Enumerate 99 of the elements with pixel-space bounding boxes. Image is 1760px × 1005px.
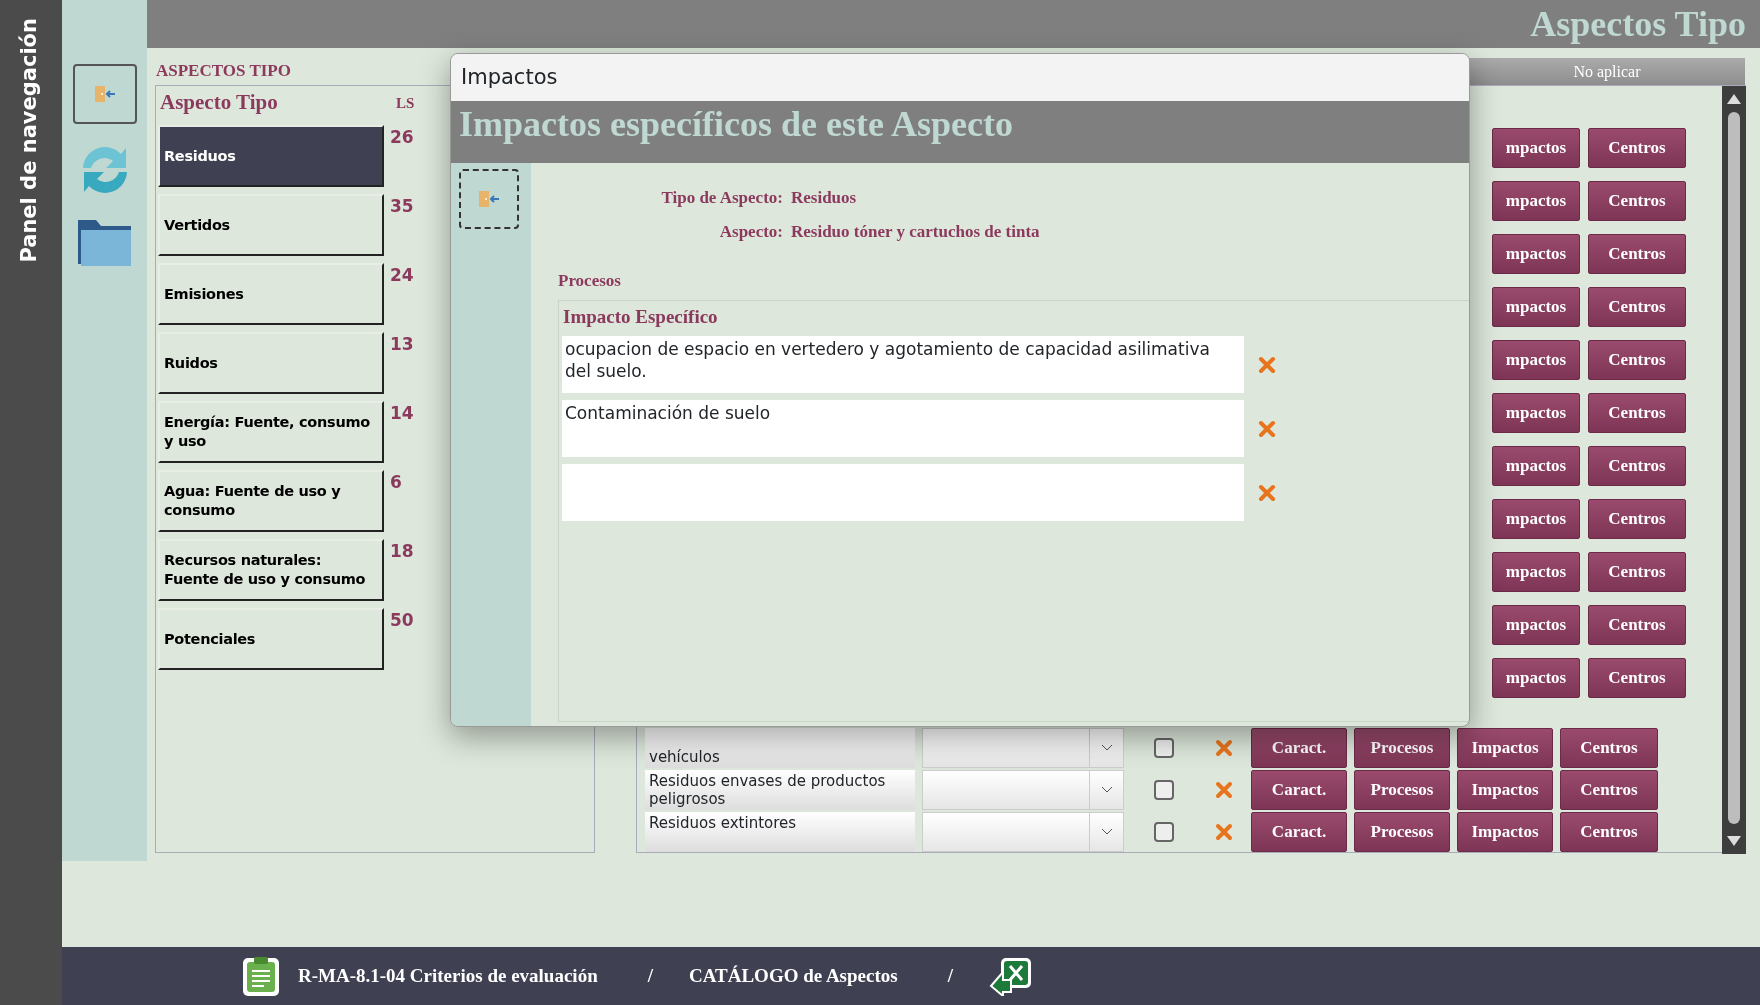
count-text: 14 — [389, 402, 415, 425]
dialog-title: Impactos — [461, 65, 558, 89]
text-field[interactable]: Contaminación de suelo — [562, 400, 1244, 457]
scroll-up-icon[interactable] — [1727, 94, 1741, 104]
panel-title: Panel de navegación — [16, 18, 42, 263]
delete-x-icon[interactable] — [1215, 781, 1233, 799]
impacts-button[interactable]: Impactos — [1457, 728, 1553, 768]
count-text: 35 — [389, 195, 415, 218]
centers-button[interactable]: Centros — [1588, 446, 1686, 486]
category-button[interactable]: Recursos naturales: Fuente de uso y consumo — [158, 539, 384, 601]
centers-button[interactable]: Centros — [1588, 393, 1686, 433]
impacts-button[interactable]: mpactos — [1492, 287, 1580, 327]
impacts-button[interactable]: Impactos — [1457, 812, 1553, 852]
impacts-button[interactable]: Impactos — [1457, 770, 1553, 810]
checkbox[interactable] — [1154, 822, 1174, 842]
scroll-thumb[interactable] — [1728, 112, 1740, 824]
impacts-button[interactable]: mpactos — [1492, 128, 1580, 168]
column-header: LS — [395, 93, 415, 113]
impacts-button[interactable]: mpactos — [1492, 234, 1580, 274]
category-button[interactable]: Agua: Fuente de uso y consumo — [158, 470, 384, 532]
centers-button[interactable]: Centros — [1588, 234, 1686, 274]
processes-button[interactable]: Procesos — [1354, 812, 1450, 852]
footer-link[interactable]: R-MA-8.1-04 Criterios de evaluación — [298, 961, 598, 991]
caret-icon — [1100, 786, 1113, 794]
count-text: 18 — [389, 540, 415, 563]
field-label: Tipo de Aspecto: — [660, 187, 783, 209]
impacts-button[interactable]: mpactos — [1492, 658, 1580, 698]
scrollbar[interactable] — [1722, 86, 1746, 854]
centers-button[interactable]: Centros — [1588, 658, 1686, 698]
scroll-down-icon[interactable] — [1727, 836, 1741, 846]
exit-door-icon — [477, 189, 501, 209]
delete-x-icon[interactable] — [1258, 484, 1276, 502]
field-value: Residuos — [790, 187, 857, 209]
footer-link[interactable]: CATÁLOGO de Aspectos — [689, 961, 898, 991]
count-text: 26 — [389, 126, 415, 149]
category-button[interactable]: Energía: Fuente, consumo y uso — [158, 401, 384, 463]
centers-button[interactable]: Centros — [1560, 812, 1658, 852]
centers-button[interactable]: Centros — [1588, 499, 1686, 539]
centers-button[interactable]: Centros — [1560, 770, 1658, 810]
centers-button[interactable]: Centros — [1588, 128, 1686, 168]
field-label: Aspecto: — [718, 220, 783, 243]
spreadsheet-icon[interactable] — [988, 956, 1033, 996]
text-field[interactable]: ocupacion de espacio en vertedero y agotamiento de capacidad asilimativa del suelo. — [562, 336, 1244, 393]
exit-button[interactable] — [459, 169, 519, 229]
delete-x-icon[interactable] — [1258, 420, 1276, 438]
category-button[interactable]: Emisiones — [158, 263, 384, 325]
separator-text: / — [947, 963, 953, 988]
column-header: Aspecto Tipo — [160, 89, 279, 117]
text-field[interactable] — [562, 464, 1244, 521]
impacts-button[interactable]: mpactos — [1492, 340, 1580, 380]
processes-button[interactable]: Procesos — [1354, 728, 1450, 768]
count-text: 13 — [389, 333, 415, 356]
section-label: Procesos — [558, 271, 621, 290]
centers-button[interactable]: Centros — [1588, 552, 1686, 592]
centers-button[interactable]: Centros — [1588, 181, 1686, 221]
characteristics-button[interactable]: Caract. — [1251, 812, 1347, 852]
category-button[interactable]: Ruidos — [158, 332, 384, 394]
count-text: 6 — [389, 471, 403, 494]
centers-button[interactable]: Centros — [1560, 728, 1658, 768]
impacts-button[interactable]: mpactos — [1492, 393, 1580, 433]
dialog-heading: Impactos específicos de este Aspecto — [459, 104, 1013, 144]
exit-door-icon — [92, 84, 117, 104]
page-title: Aspectos Tipo — [1530, 3, 1746, 46]
category-button[interactable]: Residuos — [158, 125, 384, 187]
table-cell: Residuos extintores — [645, 812, 915, 852]
characteristics-button[interactable]: Caract. — [1251, 770, 1347, 810]
impacts-button[interactable]: mpactos — [1492, 181, 1580, 221]
centers-button[interactable]: Centros — [1588, 340, 1686, 380]
column-header: Impacto Específico — [563, 305, 718, 327]
section-label: ASPECTOS TIPO — [156, 60, 291, 82]
category-button[interactable]: Potenciales — [158, 608, 384, 670]
centers-button[interactable]: Centros — [1588, 287, 1686, 327]
dropdown-field[interactable] — [922, 728, 1124, 768]
delete-x-icon[interactable] — [1258, 356, 1276, 374]
table-cell: vehículos — [645, 728, 915, 768]
field-value: Residuo tóner y cartuchos de tinta — [790, 220, 1040, 243]
table-cell: Residuos envases de productos peligrosos — [645, 770, 915, 810]
dropdown-field[interactable] — [922, 770, 1124, 810]
impacts-button[interactable]: mpactos — [1492, 446, 1580, 486]
exit-button[interactable] — [72, 64, 137, 124]
dropdown-field[interactable] — [922, 812, 1124, 852]
count-text: 24 — [389, 264, 415, 287]
checkbox[interactable] — [1154, 780, 1174, 800]
clipboard-icon[interactable] — [242, 955, 280, 997]
caret-icon — [1100, 744, 1113, 752]
impacts-button[interactable]: mpactos — [1492, 499, 1580, 539]
impacts-button[interactable]: mpactos — [1492, 552, 1580, 592]
separator-text: / — [647, 963, 653, 988]
count-text: 50 — [389, 609, 415, 632]
checkbox[interactable] — [1154, 738, 1174, 758]
delete-x-icon[interactable] — [1215, 823, 1233, 841]
column-header: No aplicar — [1469, 58, 1745, 85]
characteristics-button[interactable]: Caract. — [1251, 728, 1347, 768]
category-button[interactable]: Vertidos — [158, 194, 384, 256]
centers-button[interactable]: Centros — [1588, 605, 1686, 645]
impacts-button[interactable]: mpactos — [1492, 605, 1580, 645]
delete-x-icon[interactable] — [1215, 739, 1233, 757]
caret-icon — [1100, 828, 1113, 836]
processes-button[interactable]: Procesos — [1354, 770, 1450, 810]
